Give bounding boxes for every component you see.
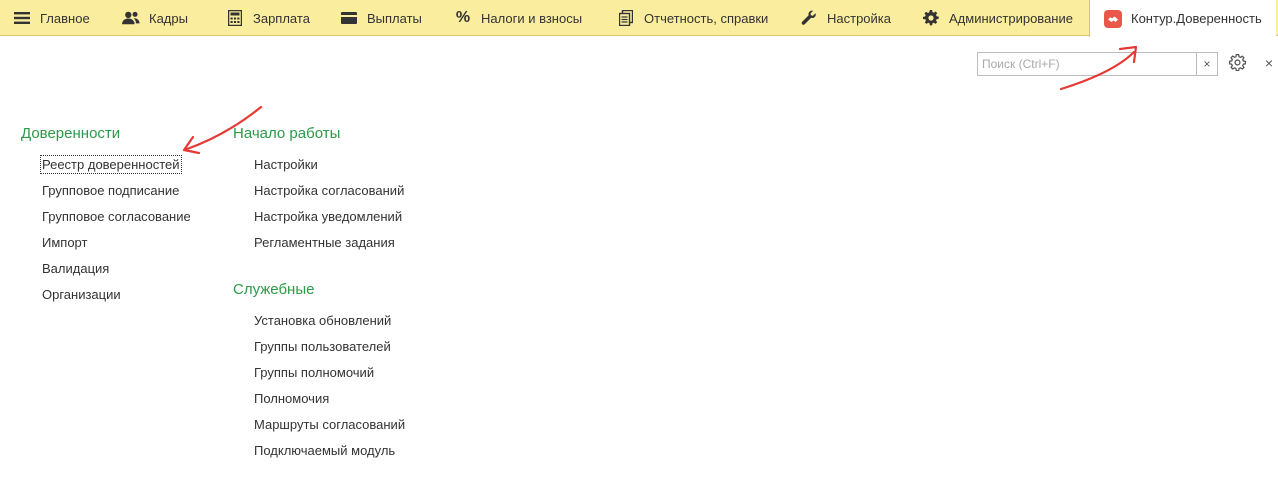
gear-icon bbox=[1228, 54, 1246, 74]
link-authorities[interactable]: Полномочия bbox=[254, 391, 329, 406]
group-title-powers-of-attorney: Доверенности bbox=[21, 125, 121, 142]
tab-label: Главное bbox=[40, 10, 90, 26]
link-group-signing[interactable]: Групповое подписание bbox=[42, 183, 179, 198]
calculator-icon bbox=[226, 9, 244, 27]
clear-icon: × bbox=[1203, 57, 1211, 71]
close-button[interactable]: × bbox=[1262, 55, 1276, 71]
card-icon bbox=[340, 9, 358, 27]
tab-label: Налоги и взносы bbox=[481, 10, 583, 26]
tab-reports[interactable]: Отчетность, справки bbox=[617, 0, 768, 36]
search-input[interactable] bbox=[977, 52, 1196, 76]
link-group-approval[interactable]: Групповое согласование bbox=[42, 209, 191, 224]
link-validation[interactable]: Валидация bbox=[42, 261, 109, 276]
tab-kontur-doverennost[interactable]: Контур.Доверенность bbox=[1089, 0, 1276, 37]
sections-panel: Главное Кадры Зарплата Выплаты % Налоги … bbox=[0, 0, 1278, 37]
link-approval-routes[interactable]: Маршруты согласований bbox=[254, 417, 405, 432]
link-user-groups[interactable]: Группы пользователей bbox=[254, 339, 391, 354]
tab-label: Зарплата bbox=[253, 10, 310, 26]
link-scheduled-jobs[interactable]: Регламентные задания bbox=[254, 235, 395, 250]
tab-label: Контур.Доверенность bbox=[1131, 11, 1262, 26]
percent-icon: % bbox=[455, 9, 471, 26]
link-plugin-module[interactable]: Подключаемый модуль bbox=[254, 443, 395, 458]
search-clear-button[interactable]: × bbox=[1196, 52, 1218, 76]
tab-staff[interactable]: Кадры bbox=[122, 0, 188, 36]
tab-payments[interactable]: Выплаты bbox=[340, 0, 422, 36]
link-poa-registry[interactable]: Реестр доверенностей bbox=[40, 155, 182, 174]
link-import[interactable]: Импорт bbox=[42, 235, 87, 250]
tab-taxes[interactable]: % Налоги и взносы bbox=[454, 0, 582, 36]
link-authority-groups[interactable]: Группы полномочий bbox=[254, 365, 374, 380]
tab-settings[interactable]: Настройка bbox=[800, 0, 891, 36]
tab-salary[interactable]: Зарплата bbox=[226, 0, 310, 36]
wrench-icon bbox=[800, 9, 818, 27]
tab-label: Настройка bbox=[827, 10, 891, 26]
tab-label: Отчетность, справки bbox=[644, 10, 769, 26]
people-icon bbox=[122, 9, 140, 27]
tab-administration[interactable]: Администрирование bbox=[922, 0, 1073, 36]
link-install-updates[interactable]: Установка обновлений bbox=[254, 313, 391, 328]
tab-main[interactable]: Главное bbox=[13, 0, 90, 36]
menu-icon bbox=[13, 9, 31, 27]
group-title-getting-started: Начало работы bbox=[233, 125, 341, 142]
close-icon: × bbox=[1264, 55, 1274, 71]
search-box: × bbox=[977, 52, 1218, 76]
link-settings[interactable]: Настройки bbox=[254, 157, 318, 172]
kontur-logo-icon bbox=[1104, 9, 1122, 28]
documents-icon bbox=[617, 9, 635, 27]
settings-button[interactable] bbox=[1227, 54, 1247, 74]
tab-label: Кадры bbox=[149, 10, 188, 26]
link-notification-settings[interactable]: Настройка уведомлений bbox=[254, 209, 402, 224]
tab-label: Выплаты bbox=[367, 10, 422, 26]
tab-label: Администрирование bbox=[949, 10, 1073, 26]
group-title-service: Служебные bbox=[233, 281, 315, 298]
gear-icon bbox=[922, 9, 940, 27]
link-organizations[interactable]: Организации bbox=[42, 287, 121, 302]
link-approval-settings[interactable]: Настройка согласований bbox=[254, 183, 404, 198]
